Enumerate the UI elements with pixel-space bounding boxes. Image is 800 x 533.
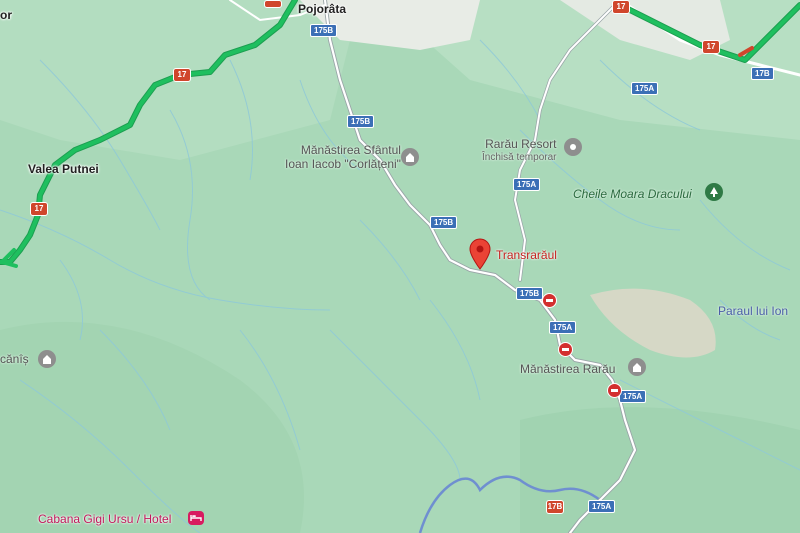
road-shield-175b: 175B (347, 115, 375, 128)
poi-label-rarau-resort[interactable]: Rarău Resort Închisă temporar (482, 137, 556, 165)
road-shield-17: 17 (702, 40, 720, 54)
poi-label-manastirea-rarau[interactable]: Mănăstirea Rarău (520, 362, 615, 376)
no-entry-icon (542, 293, 557, 308)
park-icon[interactable] (705, 183, 723, 201)
no-entry-icon (558, 342, 573, 357)
road-shield-17b: 17B (751, 67, 774, 80)
road-shield-175a: 175A (631, 82, 659, 95)
poi-label-paraul-lui-ion[interactable]: Paraul lui Ion (718, 304, 788, 318)
poi-label-rarau-resort-name: Rarău Resort (485, 137, 557, 151)
road-shield-17: 17 (612, 0, 630, 14)
resort-icon[interactable] (564, 138, 582, 156)
poi-label-line1: Mănăstirea Sfântul (300, 143, 401, 157)
map-canvas[interactable]: or Pojorâta Valea Putnei 175B 175B 175B … (0, 0, 800, 533)
road-shield-175b: 175B (430, 216, 458, 229)
road-shield-17: 17 (30, 202, 48, 216)
poi-label-transraraul[interactable]: Transrarăul (496, 248, 557, 262)
poi-label-cabana-gigi-ursu[interactable]: Cabana Gigi Ursu / Hotel (38, 512, 171, 526)
monastery-icon[interactable] (401, 148, 419, 166)
road-shield-17: 17 (173, 68, 191, 82)
road-shield-175a: 175A (549, 321, 577, 334)
poi-label-rarau-resort-status: Închisă temporar (482, 152, 557, 163)
road-shield-175a: 175A (513, 178, 541, 191)
place-label-pojorata[interactable]: Pojorâta (298, 2, 346, 16)
monastery-icon[interactable] (628, 358, 646, 376)
poi-label-manastirea-corlateni[interactable]: Mănăstirea Sfântul Ioan Iacob "Corlățeni… (285, 143, 401, 171)
poi-label-cheile-moara-dracului[interactable]: Cheile Moara Dracului (573, 187, 692, 201)
road-shield-17 (264, 0, 282, 8)
road-shield-175b: 175B (310, 24, 338, 37)
monastery-icon[interactable] (38, 350, 56, 368)
poi-label-line2: Ioan Iacob "Corlățeni" (285, 157, 401, 171)
road-shield-175b: 175B (516, 287, 544, 300)
road-shield-175a: 175A (619, 390, 647, 403)
no-entry-icon (607, 383, 622, 398)
place-label-cut-top: or (0, 8, 12, 22)
hotel-icon[interactable] (188, 511, 204, 525)
location-pin-icon[interactable] (469, 238, 491, 275)
place-label-valea-putnei[interactable]: Valea Putnei (28, 162, 99, 176)
road-shield-17b: 17B (546, 500, 564, 514)
road-shield-175a: 175A (588, 500, 616, 513)
poi-label-cut-left[interactable]: cănîș (0, 352, 29, 366)
terrain-layer (0, 0, 800, 533)
